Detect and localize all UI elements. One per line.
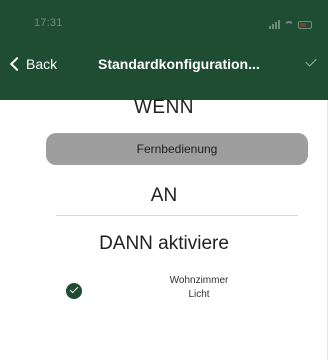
status-icons (269, 19, 312, 29)
page-title: Standardkonfiguration... (98, 56, 260, 72)
checkmark-circle-icon[interactable] (66, 283, 82, 299)
wifi-icon (284, 21, 294, 29)
battery-icon (298, 21, 312, 29)
status-bar: 17:31 (0, 0, 328, 44)
signal-icon (269, 20, 280, 29)
section-divider (56, 215, 298, 216)
screen: 17:31 Back Standardkonfiguration... WENN… (0, 0, 328, 360)
back-button[interactable]: Back (8, 53, 57, 75)
action-room: Wohnzimmer (169, 275, 229, 286)
wenn-heading: WENN (133, 97, 195, 118)
status-time: 17:31 (34, 17, 63, 29)
header-bar: 17:31 Back Standardkonfiguration... (0, 0, 328, 100)
back-label: Back (26, 56, 58, 72)
chevron-left-icon (9, 56, 25, 72)
dann-heading: DANN aktiviere (99, 233, 229, 254)
action-device: Licht (188, 289, 210, 300)
action-label: Wohnzimmer Licht (124, 274, 274, 302)
an-heading: AN (150, 185, 178, 206)
trigger-label: Fernbedienung (136, 142, 218, 156)
confirm-check-icon[interactable] (305, 55, 317, 67)
action-item[interactable]: Wohnzimmer Licht (60, 274, 310, 314)
navigation-bar: Back Standardkonfiguration... (0, 44, 328, 84)
trigger-button[interactable]: Fernbedienung (46, 133, 308, 165)
